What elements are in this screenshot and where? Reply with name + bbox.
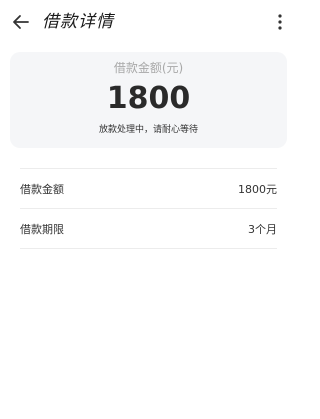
detail-value: 3个月 [248,222,277,236]
page-title: 借款详情 [42,12,114,32]
detail-label: 借款金额 [20,182,64,196]
loan-status-text: 放款处理中，请耐心等待 [98,125,198,135]
top-bar: 借款详情 [0,0,297,44]
detail-value: 1800元 [238,182,277,196]
loan-details-list: 借款金额 1800元 借款期限 3个月 [20,168,277,249]
detail-row-term: 借款期限 3个月 [20,208,277,249]
loan-amount-card: 借款金额(元) 1800 放款处理中，请耐心等待 [10,52,287,148]
amount-label: 借款金额(元) [113,61,184,75]
detail-label: 借款期限 [20,222,64,236]
more-vertical-icon [278,14,282,30]
arrow-left-icon [13,15,29,29]
back-button[interactable] [10,11,32,33]
amount-value: 1800 [106,81,191,116]
more-button[interactable] [275,12,285,32]
detail-row-amount: 借款金额 1800元 [20,168,277,208]
